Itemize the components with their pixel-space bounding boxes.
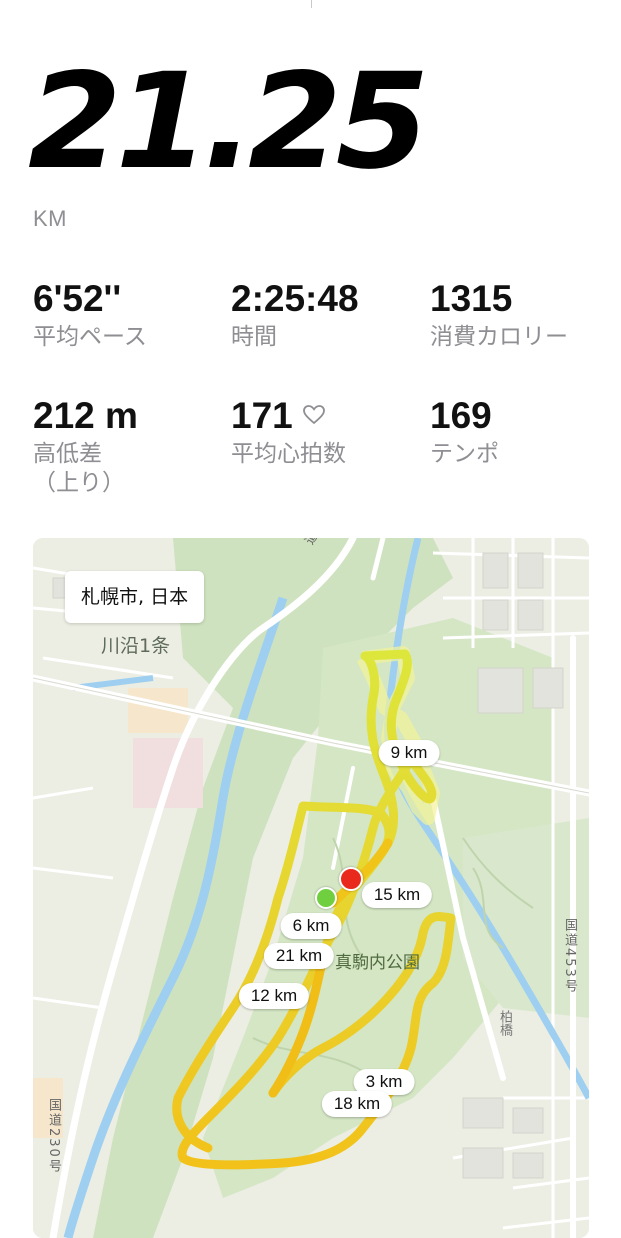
distance-unit: KM [33,206,67,231]
stat-duration: 2:25:48 時間 [231,280,359,352]
calories-label: 消費カロリー [430,324,568,350]
elevation-gain-label: 高低差 [33,441,102,467]
average-pace-value: 6'52'' [33,278,122,319]
stat-cadence: 169 テンポ [430,397,499,469]
stat-calories: 1315 消費カロリー [430,280,568,352]
heart-icon [302,394,325,431]
district-label: 川沿1条 [101,635,171,657]
route-map[interactable]: 札幌市, 日本 川沿1条 真駒内公園 柏橋 国道453号 国道230号 道道3号… [33,538,589,1238]
km-marker-12: 12 km [238,983,310,1009]
end-marker [339,867,363,891]
elevation-gain-label-sub: （上り） [33,469,125,496]
heart-rate-row: 171 [231,397,346,434]
km-marker-21: 21 km [263,943,335,969]
route-453-label: 国道453号 [562,918,577,994]
stat-heart-rate: 171 平均心拍数 [231,397,346,469]
elevation-gain-value: 212 m [33,395,138,436]
route-230-label: 国道230号 [46,1098,61,1174]
km-marker-6: 6 km [280,913,342,939]
stat-elevation-gain: 212 m 高低差 （上り） [33,397,138,498]
start-marker [315,887,337,909]
location-label: 札幌市, 日本 [65,571,205,623]
heart-rate-value: 171 [231,395,293,436]
calories-value: 1315 [430,278,513,319]
cadence-label: テンポ [430,441,499,467]
total-distance: 21.25 [28,45,429,199]
bridge-label: 柏橋 [497,1010,512,1036]
heart-rate-label: 平均心拍数 [231,441,346,467]
duration-label: 時間 [231,324,277,350]
park-label: 真駒内公園 [335,953,420,973]
km-marker-15: 15 km [361,882,433,908]
top-divider [0,0,621,8]
km-marker-18: 18 km [321,1091,393,1117]
duration-value: 2:25:48 [231,278,359,319]
average-pace-label: 平均ペース [33,324,147,350]
cadence-value: 169 [430,395,492,436]
stat-average-pace: 6'52'' 平均ペース [33,280,147,352]
km-marker-9: 9 km [378,740,440,766]
